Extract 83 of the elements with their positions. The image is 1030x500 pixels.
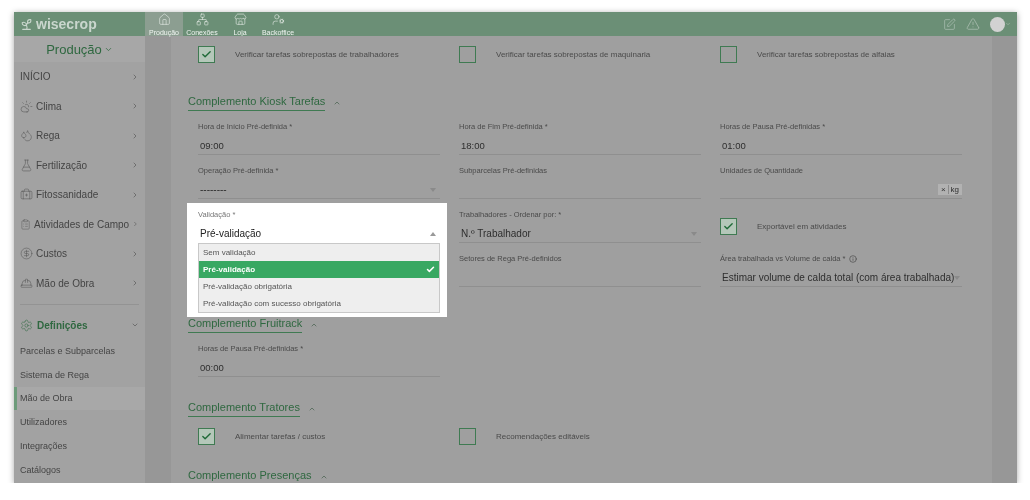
sidebar-subitem[interactable]: Sistema de Rega: [14, 362, 145, 387]
sidebar-subitem[interactable]: Parcelas e Subparcelas: [14, 339, 145, 363]
checkbox[interactable]: [459, 427, 476, 445]
module-selector[interactable]: Produção: [14, 36, 145, 62]
checkbox[interactable]: [720, 45, 737, 63]
checkbox-label: Verificar tarefas sobrepostas de maquinaria: [496, 49, 651, 59]
menu-icon: [20, 247, 33, 261]
section-title[interactable]: Complemento Tratores: [188, 401, 300, 417]
sidebar-subitem[interactable]: Utilizadores: [14, 410, 145, 435]
sidebar-item[interactable]: Rega: [14, 121, 145, 151]
sidebar-subitem[interactable]: Catálogos: [14, 458, 145, 482]
remove-tag[interactable]: ×: [940, 185, 949, 194]
checkbox[interactable]: [198, 45, 215, 63]
warning-icon[interactable]: [966, 17, 980, 31]
input-field[interactable]: 01:00: [720, 137, 962, 155]
input-field[interactable]: 09:00: [198, 137, 440, 155]
chevron-right-icon: [131, 161, 139, 170]
check-icon: [426, 265, 435, 274]
chevron-up-icon[interactable]: [333, 99, 342, 107]
checkbox-label: Alimentar tarefas / custos: [235, 431, 326, 441]
check-icon: [201, 48, 212, 60]
sidebar-item[interactable]: Atividades de Campo: [14, 209, 145, 239]
checkbox-label: Verificar tarefas sobrepostas de trabalhadores: [235, 49, 399, 59]
input-field[interactable]: × kg: [720, 181, 962, 199]
dropdown-option[interactable]: Pré-validação: [199, 261, 439, 278]
chevron-up-icon[interactable]: [310, 321, 319, 329]
tag-chip: × kg: [937, 184, 962, 195]
sidebar-item[interactable]: Definições: [14, 311, 145, 339]
select-field[interactable]: --------: [198, 181, 440, 199]
select-field[interactable]: Estimar volume de calda total (com área trabalhada): [720, 269, 962, 287]
sidebar-item[interactable]: Clima: [14, 91, 145, 121]
sidebar-item[interactable]: Custos: [14, 239, 145, 269]
chevron-right-icon: [131, 131, 139, 140]
checkbox[interactable]: [720, 217, 737, 235]
chevron-right-icon: [131, 72, 139, 81]
edit-icon[interactable]: [943, 17, 956, 31]
sidebar-item[interactable]: INÍCIO: [14, 62, 145, 92]
select-field[interactable]: N.º Trabalhador: [459, 225, 701, 243]
checkbox[interactable]: [198, 427, 215, 445]
settings-icon: [20, 318, 33, 332]
chevron-right-icon: [131, 102, 139, 111]
dropdown-option[interactable]: Sem validação: [199, 244, 439, 261]
checkbox-label: Verificar tarefas sobrepostas de alfaias: [757, 49, 895, 59]
info-icon[interactable]: [848, 254, 857, 263]
sidebar-item[interactable]: Fertilização: [14, 150, 145, 180]
sidebar-item[interactable]: Fitossanidade: [14, 180, 145, 210]
input-field[interactable]: 00:00: [198, 359, 440, 377]
nav-icon: [233, 13, 247, 26]
dropdown-option[interactable]: Pré-validação obrigatória: [199, 278, 439, 295]
checkbox-label: Exportável em atividades: [757, 221, 847, 231]
menu-icon: [20, 129, 33, 143]
menu-icon: [20, 99, 33, 113]
caret-icon: [430, 231, 436, 236]
nav-icon: [157, 13, 171, 26]
caret-icon[interactable]: [1005, 21, 1011, 27]
checkbox[interactable]: [459, 45, 476, 63]
section-title[interactable]: Complemento Presenças: [188, 469, 312, 483]
menu-icon: [20, 158, 33, 172]
sidebar-subitem[interactable]: Mão de Obra: [14, 386, 145, 411]
chevron-right-icon: [131, 249, 139, 258]
logo[interactable]: wisecrop: [36, 16, 97, 32]
chevron-up-icon[interactable]: [307, 405, 316, 413]
menu-icon: [20, 188, 33, 202]
dropdown-option[interactable]: Pré-validação com sucesso obrigatória: [199, 295, 439, 312]
chevron-right-icon: [131, 190, 139, 199]
chevron-down-icon: [131, 321, 139, 329]
menu-icon: [20, 217, 32, 231]
chevron-right-icon: [131, 279, 139, 288]
section-title[interactable]: Complemento Fruitrack: [188, 317, 303, 333]
nav-icon: [195, 13, 209, 26]
nav-icon: [271, 13, 285, 26]
sidebar-item[interactable]: Mão de Obra: [14, 268, 145, 298]
chevron-up-icon[interactable]: [319, 473, 328, 481]
checkbox-label: Recomendações editáveis: [496, 431, 590, 441]
avatar[interactable]: [990, 16, 1005, 32]
check-icon: [201, 430, 212, 442]
chevron-right-icon: [132, 220, 139, 229]
input-field[interactable]: 18:00: [459, 137, 701, 155]
menu-icon: [20, 276, 33, 290]
check-icon: [723, 220, 734, 232]
section-title[interactable]: Complemento Kiosk Tarefas: [188, 95, 326, 111]
sprout-icon: [20, 17, 33, 31]
sidebar-subitem[interactable]: Integrações: [14, 434, 145, 458]
